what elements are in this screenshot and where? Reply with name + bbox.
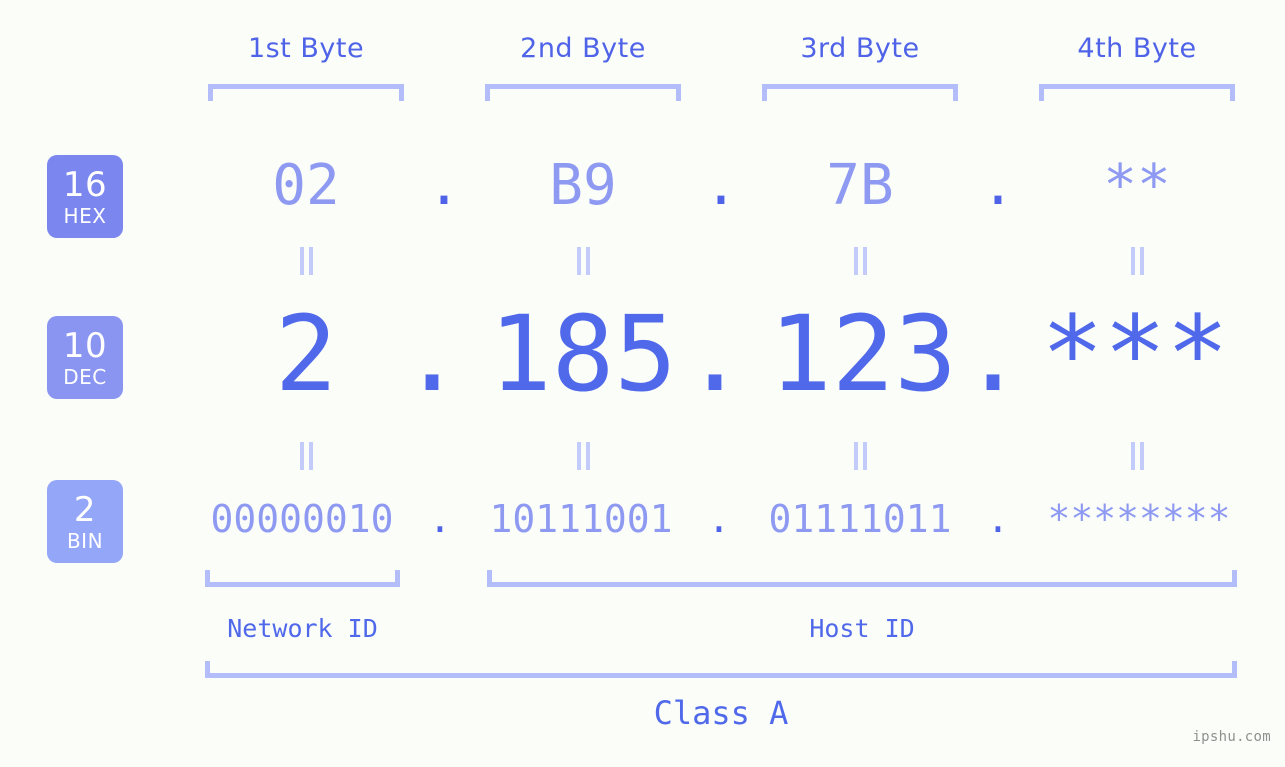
equals-mark-dec-bin-3 [850, 442, 870, 470]
dec-separator-3: . [961, 293, 1025, 415]
bin-byte-1: 00000010 [210, 497, 394, 541]
equals-mark-hex-dec-4 [1127, 247, 1147, 275]
hex-byte-3: 7B [826, 153, 894, 218]
byte-header-label-3: 3rd Byte [800, 33, 920, 64]
base-badge-hex: 16 HEX [47, 155, 123, 238]
equals-mark-dec-bin-1 [296, 442, 316, 470]
byte-bracket-1 [208, 84, 404, 101]
hex-separator-2: . [704, 153, 738, 218]
bin-byte-4: ******** [1047, 497, 1231, 541]
site-watermark: ipshu.com [1192, 729, 1271, 745]
base-badge-bin-name: BIN [66, 528, 104, 553]
base-badge-bin-number: 2 [73, 489, 97, 530]
dec-byte-4: *** [1041, 293, 1229, 415]
bin-separator-3: . [986, 497, 1010, 541]
byte-bracket-3 [762, 84, 958, 101]
bin-byte-3: 01111011 [768, 497, 952, 541]
base-badge-dec: 10 DEC [47, 316, 123, 399]
host-id-label: Host ID [809, 614, 915, 643]
dec-byte-2: 185 [489, 293, 677, 415]
dec-byte-1: 2 [274, 293, 338, 415]
bin-byte-2: 10111001 [489, 497, 673, 541]
dec-byte-3: 123 [769, 293, 957, 415]
byte-bracket-2 [485, 84, 681, 101]
equals-mark-hex-dec-3 [850, 247, 870, 275]
base-badge-dec-name: DEC [63, 364, 107, 389]
equals-mark-hex-dec-2 [573, 247, 593, 275]
dec-separator-2: . [683, 293, 747, 415]
byte-header-label-1: 1st Byte [247, 33, 365, 64]
dec-separator-1: . [400, 293, 464, 415]
hex-separator-3: . [981, 153, 1015, 218]
hex-byte-2: B9 [549, 153, 617, 218]
host-id-bracket [487, 570, 1237, 587]
hex-separator-1: . [427, 153, 461, 218]
class-bracket [205, 661, 1237, 678]
byte-header-label-4: 4th Byte [1077, 33, 1197, 64]
base-badge-bin: 2 BIN [47, 480, 123, 563]
hex-byte-1: 02 [272, 153, 340, 218]
bin-separator-1: . [428, 497, 452, 541]
bin-separator-2: . [707, 497, 731, 541]
byte-header-label-2: 2nd Byte [520, 33, 646, 64]
base-badge-hex-number: 16 [62, 164, 108, 205]
network-id-bracket [205, 570, 400, 587]
equals-mark-dec-bin-2 [573, 442, 593, 470]
equals-mark-dec-bin-4 [1127, 442, 1147, 470]
hex-byte-4: ** [1103, 153, 1171, 218]
network-id-label: Network ID [227, 614, 378, 643]
equals-mark-hex-dec-1 [296, 247, 316, 275]
base-badge-dec-number: 10 [62, 325, 108, 366]
base-badge-hex-name: HEX [63, 203, 107, 228]
ip-address-diagram: 1st Byte 2nd Byte 3rd Byte 4th Byte 16 H… [0, 0, 1285, 767]
byte-bracket-4 [1039, 84, 1235, 101]
class-label: Class A [653, 694, 789, 732]
